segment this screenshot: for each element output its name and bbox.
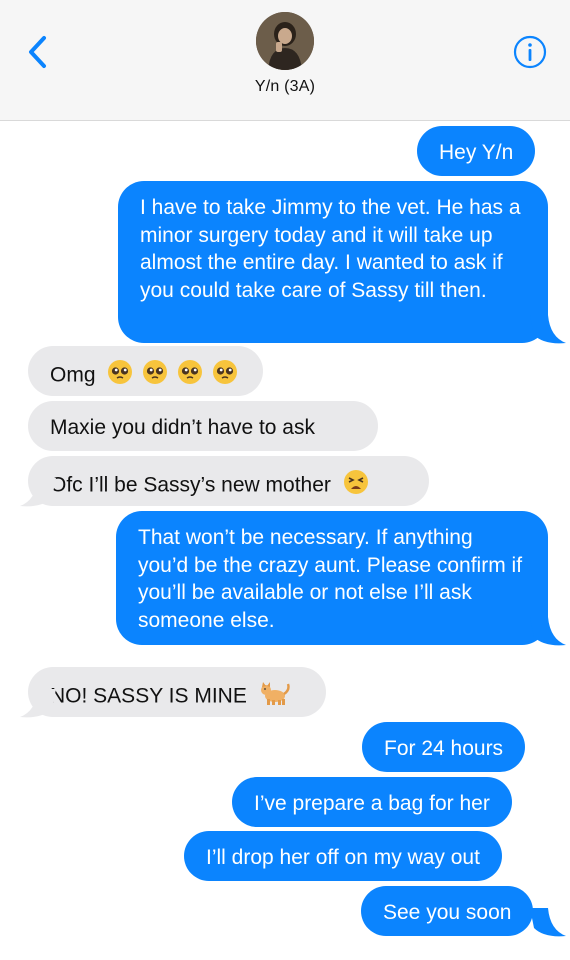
message-text: I’ll drop her off on my way out: [206, 846, 480, 869]
info-icon: [513, 35, 547, 69]
bubble-tail-sent: [530, 315, 566, 344]
cat-icon: [259, 680, 291, 714]
contact-name[interactable]: Y/n (3A): [0, 78, 570, 96]
bubble-tail-sent: [530, 908, 566, 937]
back-button[interactable]: [24, 34, 54, 70]
bubble-tail-received: [20, 689, 56, 718]
message-bubble-sent[interactable]: I’ll drop her off on my way out: [184, 831, 502, 881]
chevron-left-icon: [29, 36, 46, 68]
message-text: Omg: [50, 363, 96, 387]
pleading-face-icon: [108, 360, 133, 384]
message-text: I have to take Jimmy to the vet. He has …: [140, 196, 521, 302]
message-text: That won’t be necessary. If anything you…: [138, 526, 523, 632]
message-text: Ofc I’ll be Sassy’s new mother: [50, 473, 331, 497]
message-bubble-received[interactable]: NO! SASSY IS MINE: [28, 667, 326, 717]
message-bubble-received[interactable]: Maxie you didn’t have to ask: [28, 401, 378, 451]
avatar[interactable]: [256, 12, 314, 70]
tired-face-icon: [343, 469, 369, 503]
message-bubble-sent[interactable]: For 24 hours: [362, 722, 526, 772]
message-text: Hey Y/n: [439, 141, 514, 164]
bubble-tail-received: [20, 478, 56, 507]
message-text: I’ve prepare a bag for her: [254, 792, 490, 815]
message-text: For 24 hours: [384, 737, 504, 760]
message-text: Maxie you didn’t have to ask: [50, 416, 315, 439]
message-bubble-sent[interactable]: That won’t be necessary. If anything you…: [116, 511, 548, 645]
message-bubble-sent[interactable]: See you soon: [361, 886, 534, 936]
message-text: See you soon: [383, 901, 512, 924]
message-bubble-received[interactable]: Ofc I’ll be Sassy’s new mother: [28, 456, 429, 506]
message-bubble-sent[interactable]: Hey Y/n: [417, 126, 536, 176]
pleading-face-emoji-group: [107, 359, 239, 393]
avatar-photo: [256, 12, 314, 70]
message-bubble-sent[interactable]: I have to take Jimmy to the vet. He has …: [118, 181, 548, 343]
message-bubble-received[interactable]: Omg: [28, 346, 263, 396]
message-text: NO! SASSY IS MINE: [50, 684, 247, 708]
conversation-header: Y/n (3A): [0, 0, 570, 121]
info-button[interactable]: [513, 35, 547, 69]
message-thread[interactable]: Hey Y/n I have to take Jimmy to the vet.…: [0, 121, 570, 960]
bubble-tail-sent: [530, 617, 566, 646]
message-bubble-sent[interactable]: I’ve prepare a bag for her: [232, 777, 512, 827]
